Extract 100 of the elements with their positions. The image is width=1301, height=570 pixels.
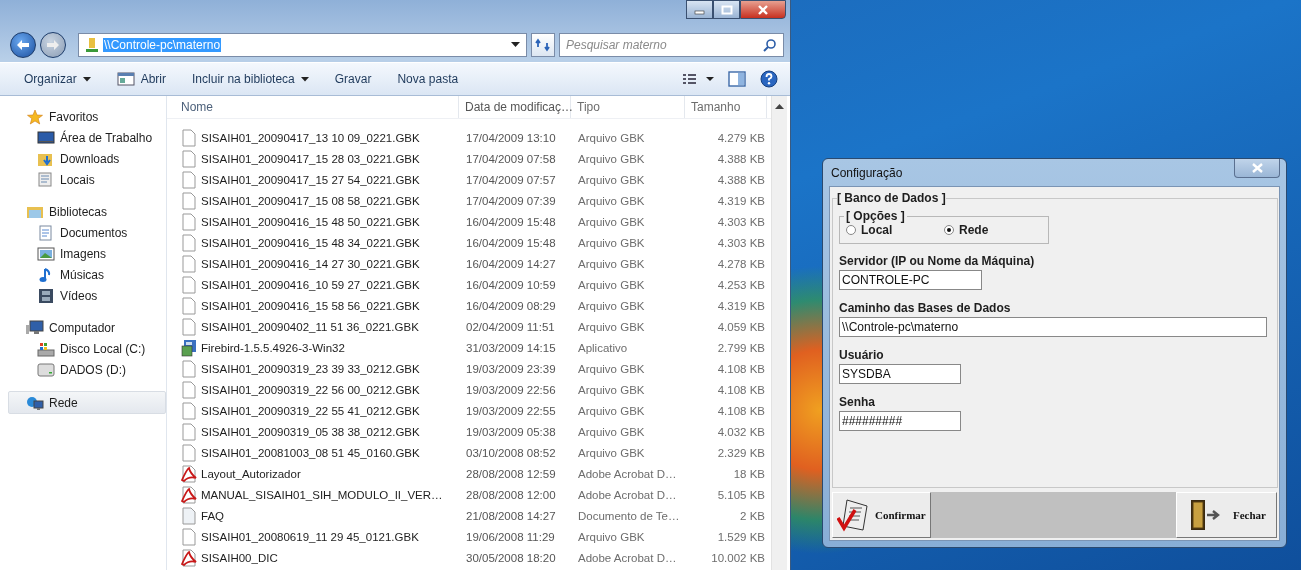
back-button[interactable] <box>10 32 36 58</box>
file-icon <box>181 191 197 210</box>
nav-item[interactable]: Documentos <box>0 222 166 243</box>
size-cell-text: 4.253 KB <box>716 277 766 293</box>
size-cell-text: 2.799 KB <box>716 340 766 356</box>
file-name-cell[interactable]: SISAIH00_DIC <box>167 547 459 568</box>
file-name-cell[interactable]: SISAIH01_20081003_08 51 45_0160.GBK <box>167 442 459 463</box>
file-name-cell[interactable]: SISAIH01_20090402_11 51 36_0221.GBK <box>167 316 459 337</box>
nav-icon <box>37 361 55 378</box>
maximize-icon <box>720 4 733 15</box>
toolbar-button[interactable]: Nova pasta <box>387 68 469 90</box>
file-name-cell[interactable]: FAQ <box>167 505 459 526</box>
nav-icon <box>37 171 55 188</box>
file-name-cell[interactable]: SISAIH01_20090417_13 10 09_0221.GBK <box>167 127 459 148</box>
size-cell-text: 5.105 KB <box>716 487 766 503</box>
file-name-cell[interactable]: SISAIH01_20090319_22 56 00_0212.GBK <box>167 379 459 400</box>
nav-item[interactable]: Locais <box>0 169 166 190</box>
type-cell-text: Arquivo GBK <box>577 361 646 377</box>
nav-item[interactable]: Disco Local (C:) <box>0 338 166 359</box>
input-field[interactable]: ######### <box>839 411 961 431</box>
date-cell-text: 28/08/2008 12:59 <box>465 466 557 482</box>
input-field[interactable]: \\Controle-pc\materno <box>839 317 1267 337</box>
minimize-button[interactable] <box>686 0 713 19</box>
type-cell-text: Arquivo GBK <box>577 151 646 167</box>
file-name-cell[interactable]: SISAIH01_20090417_15 28 03_0221.GBK <box>167 148 459 169</box>
close-dialog-button[interactable]: Fechar <box>1176 492 1277 538</box>
forward-button[interactable] <box>40 32 66 58</box>
type-cell-text: Adobe Acrobat D… <box>577 550 678 566</box>
nav-icon <box>26 394 44 411</box>
input-field[interactable]: SYSDBA <box>839 364 961 384</box>
nav-item[interactable]: DADOS (D:) <box>0 359 166 380</box>
type-cell-text: Arquivo GBK <box>577 130 646 146</box>
radio-option[interactable]: Rede <box>944 223 1042 237</box>
file-name-cell[interactable]: SISAIH01_20090416_10 59 27_0221.GBK <box>167 274 459 295</box>
file-icon <box>181 317 197 336</box>
scrollbar[interactable] <box>771 96 787 570</box>
nav-item[interactable]: Computador <box>0 317 166 338</box>
nav-item[interactable]: Área de Trabalho <box>0 127 166 148</box>
file-name-cell[interactable]: SISAIH01_20090319_05 38 38_0212.GBK <box>167 421 459 442</box>
column-header[interactable]: Nome <box>167 96 459 118</box>
back-arrow-icon <box>16 39 30 51</box>
column-header[interactable]: Tipo <box>571 96 685 118</box>
file-name-cell[interactable]: Layout_Autorizador <box>167 463 459 484</box>
file-name-cell[interactable]: SISAIH01_20080619_11 29 45_0121.GBK <box>167 526 459 547</box>
date-cell-text: 30/05/2008 18:20 <box>465 550 557 566</box>
type-cell-text: Arquivo GBK <box>577 256 646 272</box>
nav-item[interactable]: Rede <box>8 391 166 414</box>
nav-icon <box>37 245 55 262</box>
file-name-cell[interactable]: Firebird-1.5.5.4926-3-Win32 <box>167 337 459 358</box>
toolbar-button[interactable]: Organizar <box>14 68 101 90</box>
caret-icon <box>300 76 309 82</box>
size-cell-text: 2.329 KB <box>716 445 766 461</box>
radio-option[interactable]: Local <box>846 223 944 237</box>
close-button[interactable] <box>1234 159 1280 178</box>
type-cell-text: Arquivo GBK <box>577 382 646 398</box>
nav-icon <box>37 224 55 241</box>
file-icon <box>181 128 197 147</box>
date-cell-text: 19/06/2008 11:29 <box>465 529 556 545</box>
refresh-button[interactable] <box>531 33 555 57</box>
maximize-button[interactable] <box>713 0 740 19</box>
dropdown-icon <box>511 42 520 48</box>
file-name-cell[interactable]: MANUAL_SISAIH01_SIH_MODULO_II_VER… <box>167 484 459 505</box>
close-button[interactable] <box>740 0 786 19</box>
file-icon <box>181 401 197 420</box>
file-name-cell[interactable]: SISAIH01_20090416_15 58 56_0221.GBK <box>167 295 459 316</box>
field-label: Usuário <box>839 348 885 362</box>
date-cell-text: 16/04/2009 08:29 <box>465 298 557 314</box>
search-field[interactable]: Pesquisar materno <box>559 33 784 57</box>
column-header[interactable]: Data de modificaç… <box>459 96 571 118</box>
file-name-cell[interactable]: SISAIH01_20090417_15 08 58_0221.GBK <box>167 190 459 211</box>
radio-button[interactable] <box>846 225 856 235</box>
file-name-cell[interactable]: SISAIH01_20090319_23 39 33_0212.GBK <box>167 358 459 379</box>
size-cell-text: 4.108 KB <box>716 361 766 377</box>
file-name-cell[interactable]: SISAIH01_20090417_15 27 54_0221.GBK <box>167 169 459 190</box>
file-name-cell[interactable]: SISAIH01_20090416_15 48 50_0221.GBK <box>167 211 459 232</box>
column-header[interactable]: Tamanho <box>685 96 767 118</box>
size-cell-text: 4.279 KB <box>716 130 766 146</box>
nav-icon <box>26 319 44 336</box>
type-cell-text: Arquivo GBK <box>577 277 646 293</box>
preview-pane-button[interactable] <box>726 69 748 89</box>
nav-item[interactable]: Vídeos <box>0 285 166 306</box>
file-name-cell[interactable]: SISAIH01_20090416_14 27 30_0221.GBK <box>167 253 459 274</box>
radio-button[interactable] <box>944 225 954 235</box>
toolbar-button[interactable]: Abrir <box>106 68 177 90</box>
date-cell-text: 03/10/2008 08:52 <box>465 445 557 461</box>
toolbar-button[interactable]: Incluir na biblioteca <box>182 68 319 90</box>
size-cell-text: 1.529 KB <box>716 529 766 545</box>
nav-item[interactable]: Músicas <box>0 264 166 285</box>
file-name-cell[interactable]: SISAIH01_20090319_22 55 41_0212.GBK <box>167 400 459 421</box>
nav-item[interactable]: Favoritos <box>0 106 166 127</box>
size-cell-text: 4.319 KB <box>716 193 766 209</box>
nav-item[interactable]: Imagens <box>0 243 166 264</box>
input-field[interactable]: CONTROLE-PC <box>839 270 982 290</box>
confirm-button[interactable]: Confirmar <box>832 492 931 538</box>
nav-item[interactable]: Bibliotecas <box>0 201 166 222</box>
help-button[interactable] <box>758 68 780 90</box>
toolbar-button[interactable]: Gravar <box>324 68 382 90</box>
file-name-cell[interactable]: SISAIH01_20090416_15 48 34_0221.GBK <box>167 232 459 253</box>
pdf-file-icon <box>181 464 197 483</box>
nav-item[interactable]: Downloads <box>0 148 166 169</box>
